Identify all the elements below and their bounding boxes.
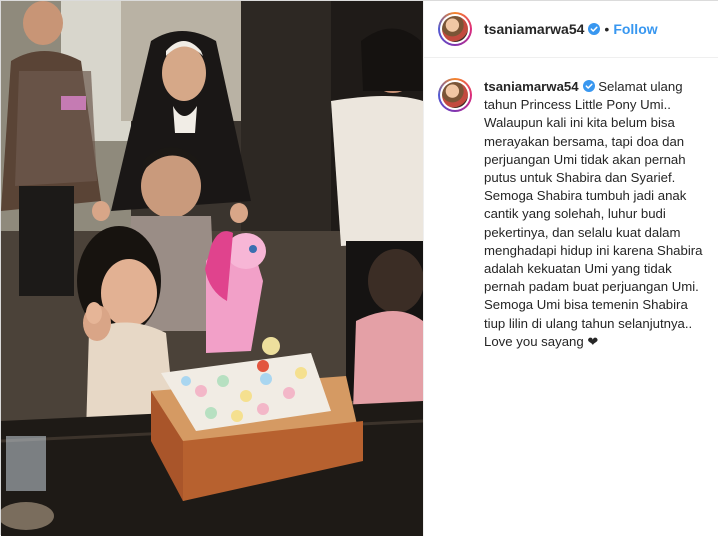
caption-username[interactable]: tsaniamarwa54 (484, 79, 579, 94)
caption-body: tsaniamarwa54 Selamat ulang tahun Prince… (484, 78, 712, 351)
profile-avatar[interactable] (438, 12, 472, 46)
caption-text: Selamat ulang tahun Princess Little Pony… (484, 79, 703, 349)
caption-verified-badge-icon (582, 80, 595, 92)
follow-button[interactable]: Follow (613, 21, 657, 37)
verified-badge-icon (588, 23, 601, 35)
post-sidebar: tsaniamarwa54 • Follow tsaniamarwa54 Sel… (423, 1, 718, 536)
header-username[interactable]: tsaniamarwa54 (484, 21, 584, 37)
caption-avatar[interactable] (438, 78, 472, 112)
caption-avatar-ring (440, 80, 470, 110)
caption-avatar-image (442, 82, 468, 108)
post-header: tsaniamarwa54 • Follow (424, 1, 718, 58)
header-username-link[interactable]: tsaniamarwa54 (484, 21, 601, 37)
avatar-image (442, 16, 468, 42)
post-photo[interactable] (1, 1, 423, 536)
birthday-party-photo (1, 1, 423, 536)
instagram-post: tsaniamarwa54 • Follow tsaniamarwa54 Sel… (0, 0, 718, 536)
avatar-ring (440, 14, 470, 44)
caption-comment: tsaniamarwa54 Selamat ulang tahun Prince… (438, 78, 714, 351)
header-separator: • (604, 21, 610, 37)
